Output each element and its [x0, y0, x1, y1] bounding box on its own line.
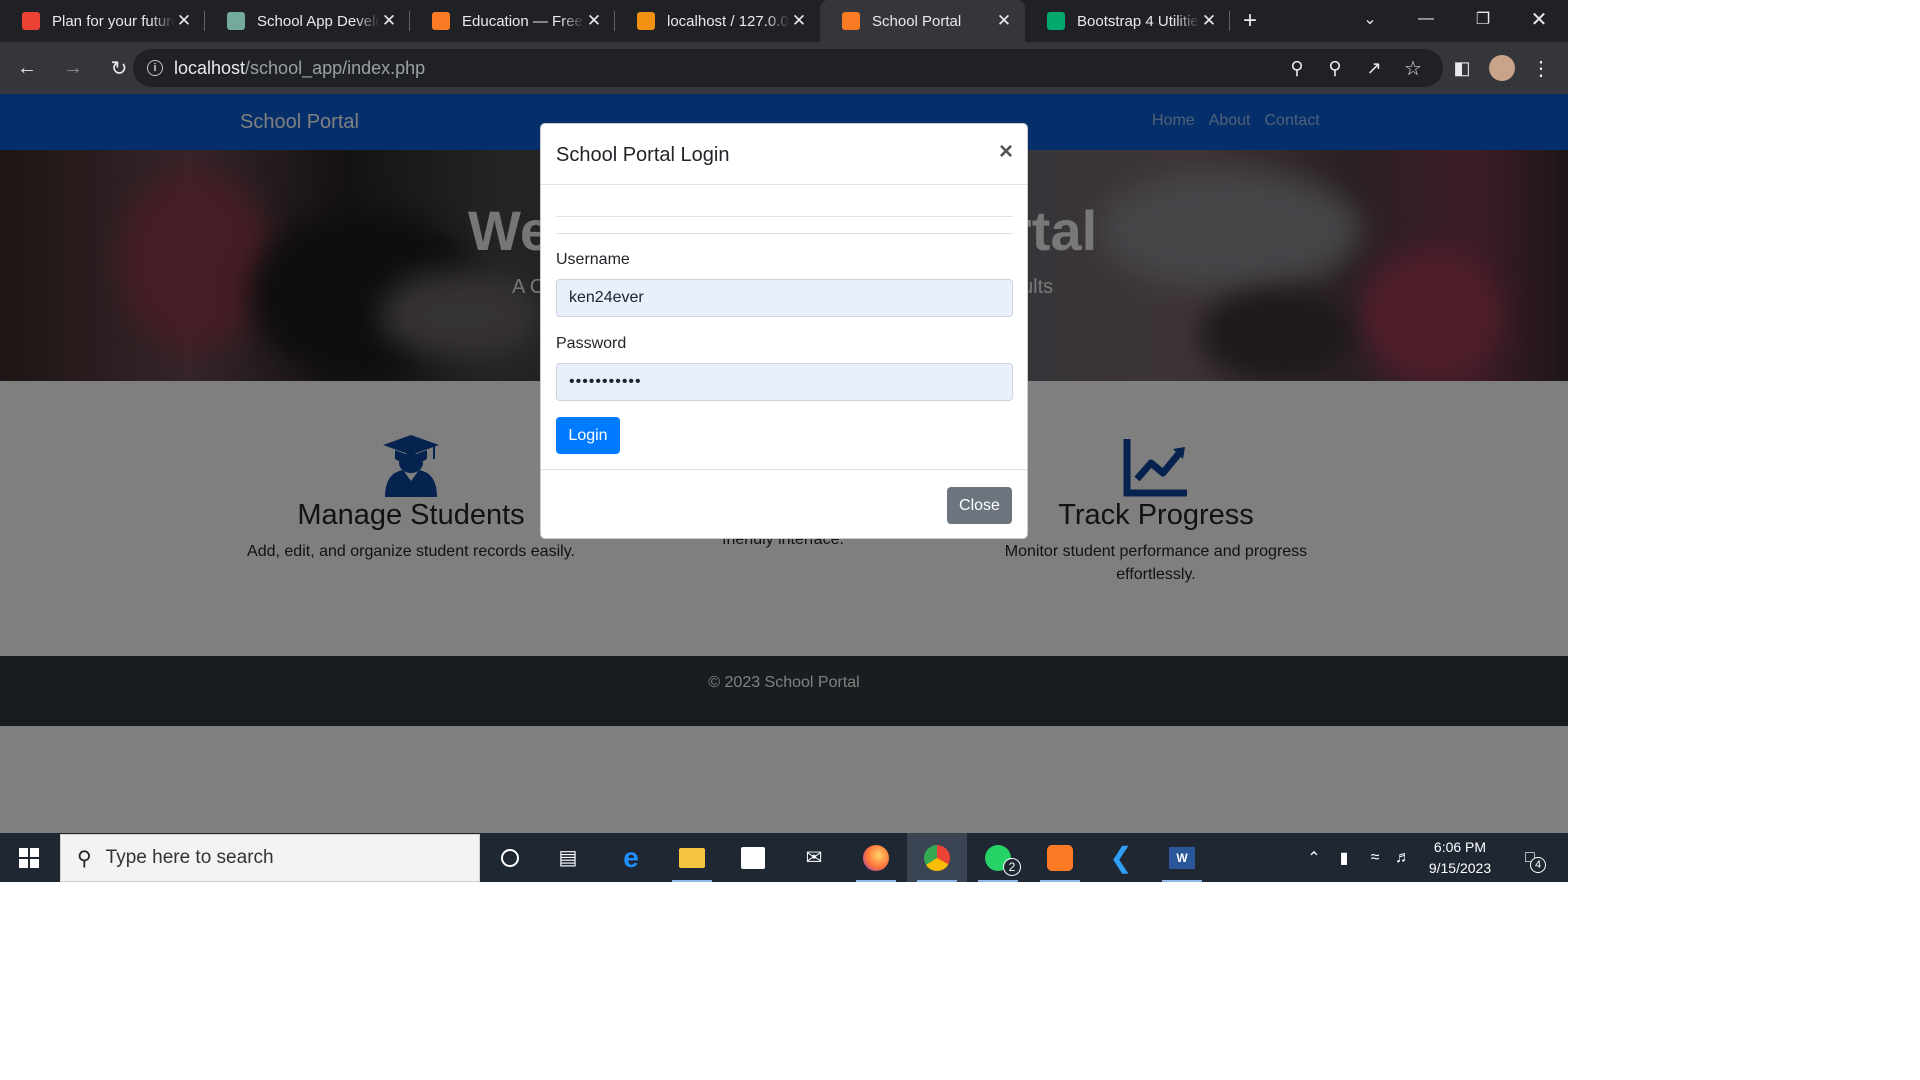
- volume-icon[interactable]: ♬: [1390, 833, 1416, 882]
- notifications-icon[interactable]: □ 4: [1510, 833, 1550, 882]
- login-modal: School Portal Login × Username ken24ever…: [540, 123, 1028, 539]
- vscode-icon[interactable]: ❮: [1091, 833, 1151, 882]
- browser-tab[interactable]: Plan for your future ✕: [0, 0, 205, 42]
- new-tab-button[interactable]: +: [1230, 0, 1270, 42]
- divider: [556, 216, 1013, 217]
- browser-tab-strip: Plan for your future✕School App Developm…: [0, 0, 1568, 42]
- web-page: School Portal Home About Contact Wertal …: [0, 94, 1568, 833]
- battery-icon[interactable]: ▮: [1331, 833, 1357, 882]
- windows-taskbar: ⚲ Type here to search ▤ e ✉ 2 ❮ W ⌃ ▮ ≈ …: [0, 833, 1568, 882]
- chatgpt-icon: [227, 12, 245, 30]
- tab-close-icon[interactable]: ✕: [995, 11, 1013, 31]
- password-key-icon[interactable]: ⚲: [1284, 55, 1310, 81]
- tab-title: School App Development: [257, 12, 380, 30]
- username-input[interactable]: ken24ever: [556, 279, 1013, 317]
- browser-tab[interactable]: School Portal ✕: [820, 0, 1025, 42]
- address-path: /school_app/index.php: [245, 57, 426, 78]
- username-label: Username: [556, 251, 630, 268]
- word-icon[interactable]: W: [1152, 833, 1212, 882]
- bookmark-star-icon[interactable]: ☆: [1400, 55, 1426, 81]
- xampp-icon: [842, 12, 860, 30]
- browser-tab[interactable]: Education — Free Website✕: [410, 0, 615, 42]
- modal-footer: Close: [541, 470, 1027, 538]
- browser-tab[interactable]: Bootstrap 4 Utilities ✕: [1025, 0, 1230, 42]
- site-info-icon[interactable]: i: [147, 60, 163, 76]
- search-icon: ⚲: [77, 847, 92, 870]
- password-label: Password: [556, 335, 627, 352]
- whatsapp-icon[interactable]: 2: [968, 833, 1028, 882]
- close-button[interactable]: Close: [947, 487, 1012, 524]
- tab-close-icon[interactable]: ✕: [790, 11, 808, 31]
- file-explorer-icon[interactable]: [662, 833, 722, 882]
- forward-button[interactable]: →: [54, 49, 92, 87]
- restore-button[interactable]: ❐: [1455, 0, 1511, 38]
- taskbar-clock[interactable]: 6:06 PM 9/15/2023: [1420, 837, 1500, 879]
- tab-close-icon[interactable]: ✕: [175, 11, 193, 31]
- address-bar[interactable]: i localhost/school_app/index.php: [133, 49, 1443, 87]
- tab-title: Bootstrap 4 Utilities: [1077, 12, 1200, 30]
- show-hidden-icons[interactable]: ⌃: [1302, 833, 1326, 882]
- search-placeholder: Type here to search: [105, 847, 274, 868]
- tab-title: Education — Free Website: [462, 12, 585, 30]
- chrome-icon[interactable]: [907, 833, 967, 882]
- login-button[interactable]: Login: [556, 417, 620, 454]
- mail-icon[interactable]: ✉: [784, 833, 844, 882]
- profile-avatar[interactable]: [1489, 55, 1515, 81]
- store-icon[interactable]: [723, 833, 783, 882]
- zoom-icon[interactable]: ⚲: [1322, 55, 1348, 81]
- wifi-icon[interactable]: ≈: [1362, 833, 1388, 882]
- tab-search-icon[interactable]: ⌄: [1342, 0, 1398, 38]
- xampp-icon: [432, 12, 450, 30]
- taskbar-search[interactable]: ⚲ Type here to search: [60, 834, 480, 882]
- phpmyadmin-icon: [637, 12, 655, 30]
- modal-header: School Portal Login ×: [541, 124, 1027, 185]
- tab-title: School Portal: [872, 12, 962, 30]
- modal-body: Username ken24ever Password ••••••••••• …: [541, 185, 1027, 470]
- tab-close-icon[interactable]: ✕: [380, 11, 398, 31]
- clock-date: 9/15/2023: [1428, 860, 1492, 876]
- minimize-button[interactable]: —: [1398, 0, 1454, 38]
- cortana-icon[interactable]: [480, 833, 540, 882]
- start-button[interactable]: [0, 833, 58, 882]
- browser-tab[interactable]: localhost / 127.0.0.1 ✕: [615, 0, 820, 42]
- back-button[interactable]: ←: [8, 49, 46, 87]
- w3schools-icon: [1047, 12, 1065, 30]
- divider: [556, 233, 1013, 234]
- task-view-icon[interactable]: ▤: [538, 833, 598, 882]
- password-input[interactable]: •••••••••••: [556, 363, 1013, 401]
- tab-close-icon[interactable]: ✕: [585, 11, 603, 31]
- modal-close-icon[interactable]: ×: [999, 138, 1013, 166]
- address-host: localhost: [174, 57, 246, 78]
- tab-title: Plan for your future: [52, 12, 175, 30]
- xampp-icon[interactable]: [1030, 833, 1090, 882]
- browser-toolbar: ← → ↻ i localhost/school_app/index.php ⚲…: [0, 42, 1568, 94]
- notification-count: 4: [1530, 857, 1546, 873]
- whatsapp-badge: 2: [1003, 858, 1021, 876]
- browser-tab[interactable]: School App Development✕: [205, 0, 410, 42]
- gmail-icon: [22, 12, 40, 30]
- menu-kebab-icon[interactable]: ⋮: [1528, 55, 1554, 81]
- side-panel-icon[interactable]: ◧: [1449, 55, 1475, 81]
- tab-close-icon[interactable]: ✕: [1200, 11, 1218, 31]
- tab-title: localhost / 127.0.0.1: [667, 12, 790, 30]
- edge-icon[interactable]: e: [601, 833, 661, 882]
- clock-time: 6:06 PM: [1433, 839, 1487, 855]
- modal-title: School Portal Login: [556, 144, 730, 166]
- window-close-button[interactable]: ✕: [1511, 0, 1567, 38]
- share-icon[interactable]: ↗: [1361, 55, 1387, 81]
- windows-logo-icon: [19, 847, 39, 868]
- firefox-icon[interactable]: [846, 833, 906, 882]
